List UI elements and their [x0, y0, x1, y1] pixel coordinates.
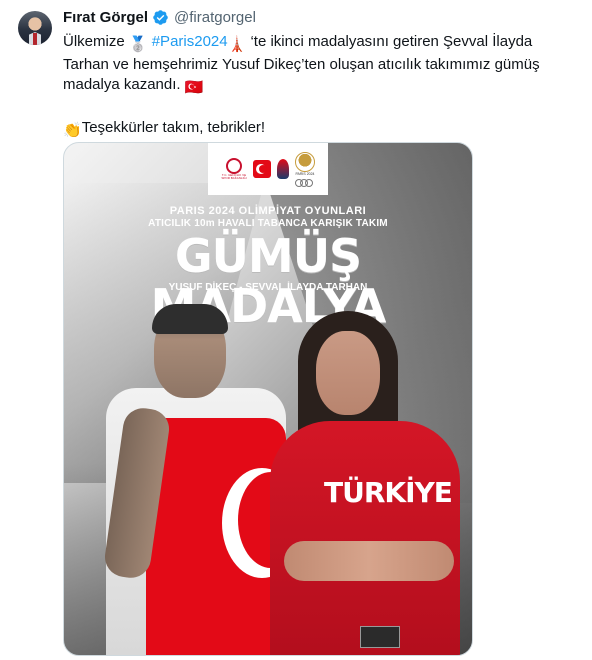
text-thanks: Teşekkürler takım, tebrikler! [81, 119, 266, 136]
tweet-text: Ülkemize 🥈 #Paris2024🗼 ‘te ikinci madaly… [63, 32, 573, 141]
tweet-media-image[interactable]: T.C. GENÇLİK VE SPOR BAKANLIĞI PARIS 202… [63, 142, 473, 656]
event-title: PARIS 2024 OLİMPİYAT OYUNLARI [169, 205, 367, 217]
paris-2024-logo: PARIS 2024 [295, 151, 315, 187]
athlete-photo-female: TÜRKİYE [264, 311, 464, 655]
silver-medal-icon: 🥈 [128, 36, 148, 53]
jersey-text: TÜRKİYE [324, 476, 453, 509]
tweet-paragraph-2: 👏Teşekkürler takım, tebrikler! [63, 118, 573, 141]
athlete-photo-male [102, 304, 304, 655]
author-avatar[interactable] [18, 11, 52, 45]
tweet-paragraph-1: Ülkemize 🥈 #Paris2024🗼 ‘te ikinci madaly… [63, 32, 573, 98]
turkish-flag-icon: 🇹🇷 [184, 79, 204, 96]
olympic-flame-logo-icon [277, 159, 289, 179]
logo-bar: T.C. GENÇLİK VE SPOR BAKANLIĞI PARIS 202… [208, 143, 328, 195]
author-handle[interactable]: @firatgorgel [174, 9, 256, 26]
badge [360, 626, 400, 648]
hashtag-paris2024[interactable]: #Paris2024 [152, 33, 228, 50]
event-discipline: ATICILIK 10m HAVALI TABANCA KARIŞIK TAKI… [148, 218, 388, 229]
olympic-rings-icon [295, 178, 315, 187]
ministry-logo: T.C. GENÇLİK VE SPOR BAKANLIĞI [221, 157, 247, 181]
verified-badge-icon [152, 9, 169, 26]
tweet-header: Fırat Görgel @firatgorgel [63, 9, 256, 26]
athlete-names: YUSUF DİKEÇ - ŞEVVAL İLAYDA TARHAN [168, 282, 368, 293]
text-ulkemize: Ülkemize [63, 33, 129, 50]
clapping-hands-icon: 👏 [63, 122, 82, 139]
eiffel-tower-icon: 🗼 [227, 36, 247, 53]
turkish-olympic-committee-logo-icon [253, 160, 271, 178]
author-name[interactable]: Fırat Görgel [63, 9, 148, 26]
